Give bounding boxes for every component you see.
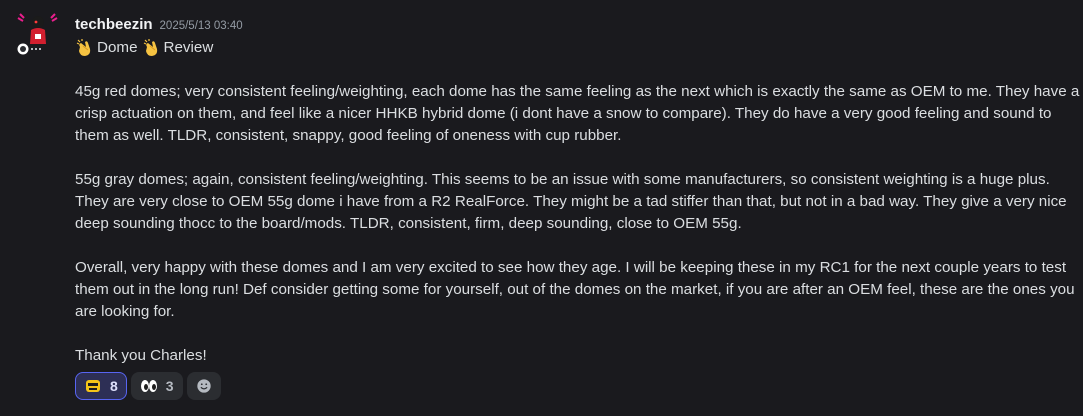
- clapping-hands-icon: [142, 38, 164, 58]
- add-reaction-button[interactable]: [186, 372, 221, 400]
- reaction-count: 3: [165, 378, 174, 394]
- paragraph-thanks: Thank you Charles!: [75, 347, 207, 364]
- add-reaction-icon: [196, 379, 211, 393]
- eyes-icon: [140, 380, 157, 392]
- title-word-1: Dome: [97, 39, 138, 56]
- paragraph-gray-domes: 55g gray domes; again, consistent feelin…: [75, 171, 1067, 232]
- reaction-custom-emoji[interactable]: 8: [75, 372, 127, 400]
- paragraph-overall: Overall, very happy with these domes and…: [75, 259, 1075, 320]
- title-word-2: Review: [163, 39, 214, 56]
- reaction-eyes[interactable]: 3: [130, 372, 183, 400]
- reactions-bar: 8 3: [75, 372, 221, 400]
- paragraph-red-domes: 45g red domes; very consistent feeling/w…: [75, 83, 1080, 144]
- message-content: Dome Review 45g red domes; very consiste…: [75, 37, 1081, 367]
- chat-message: techbeezin 2025/5/13 03:40 Dome Review 4…: [0, 0, 1083, 416]
- custom-emoji-icon: [86, 380, 100, 392]
- clapping-hands-icon: [75, 38, 97, 58]
- timestamp: 2025/5/13 03:40: [159, 20, 243, 32]
- message-title: Dome Review: [75, 37, 1081, 59]
- avatar-icon: [17, 13, 58, 55]
- reaction-count: 8: [110, 378, 118, 394]
- message-header: techbeezin 2025/5/13 03:40: [75, 16, 243, 36]
- username[interactable]: techbeezin: [75, 16, 153, 33]
- avatar[interactable]: [16, 12, 60, 56]
